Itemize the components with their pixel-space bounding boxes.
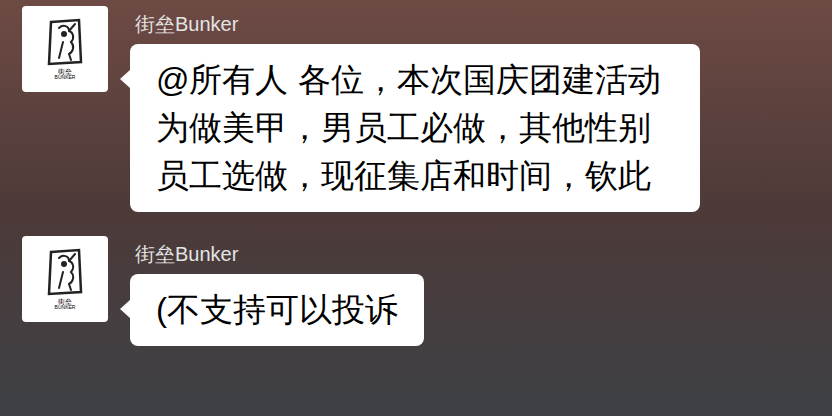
logo-subtext: BUNKER: [55, 75, 76, 80]
avatar[interactable]: 街垒BUNKER: [22, 236, 108, 322]
sender-name: 街垒Bunker: [130, 240, 424, 268]
logo-text: 街垒: [58, 68, 72, 75]
lion-logo-icon: [45, 18, 85, 66]
logo-text: 街垒: [58, 298, 72, 305]
chat-screen: 街垒BUNKER街垒Bunker@所有人 各位，本次国庆团建活动为做美甲，男员工…: [0, 0, 832, 416]
logo-subtext: BUNKER: [55, 305, 76, 310]
message-row: 街垒BUNKER 街垒Bunker (不支持可以投诉: [22, 236, 832, 346]
message-row: 街垒BUNKER 街垒Bunker @所有人 各位，本次国庆团建活动为做美甲，男员工…: [22, 6, 832, 212]
message-bubble[interactable]: (不支持可以投诉: [130, 274, 424, 346]
message-text: @所有人 各位，本次国庆团建活动为做美甲，男员工必做，其他性别员工选做，现征集店…: [156, 61, 661, 194]
message-text: (不支持可以投诉: [156, 291, 398, 328]
sender-name: 街垒Bunker: [130, 10, 700, 38]
message-bubble[interactable]: @所有人 各位，本次国庆团建活动为做美甲，男员工必做，其他性别员工选做，现征集店…: [130, 44, 700, 212]
avatar[interactable]: 街垒BUNKER: [22, 6, 108, 92]
lion-logo-icon: [45, 248, 85, 296]
